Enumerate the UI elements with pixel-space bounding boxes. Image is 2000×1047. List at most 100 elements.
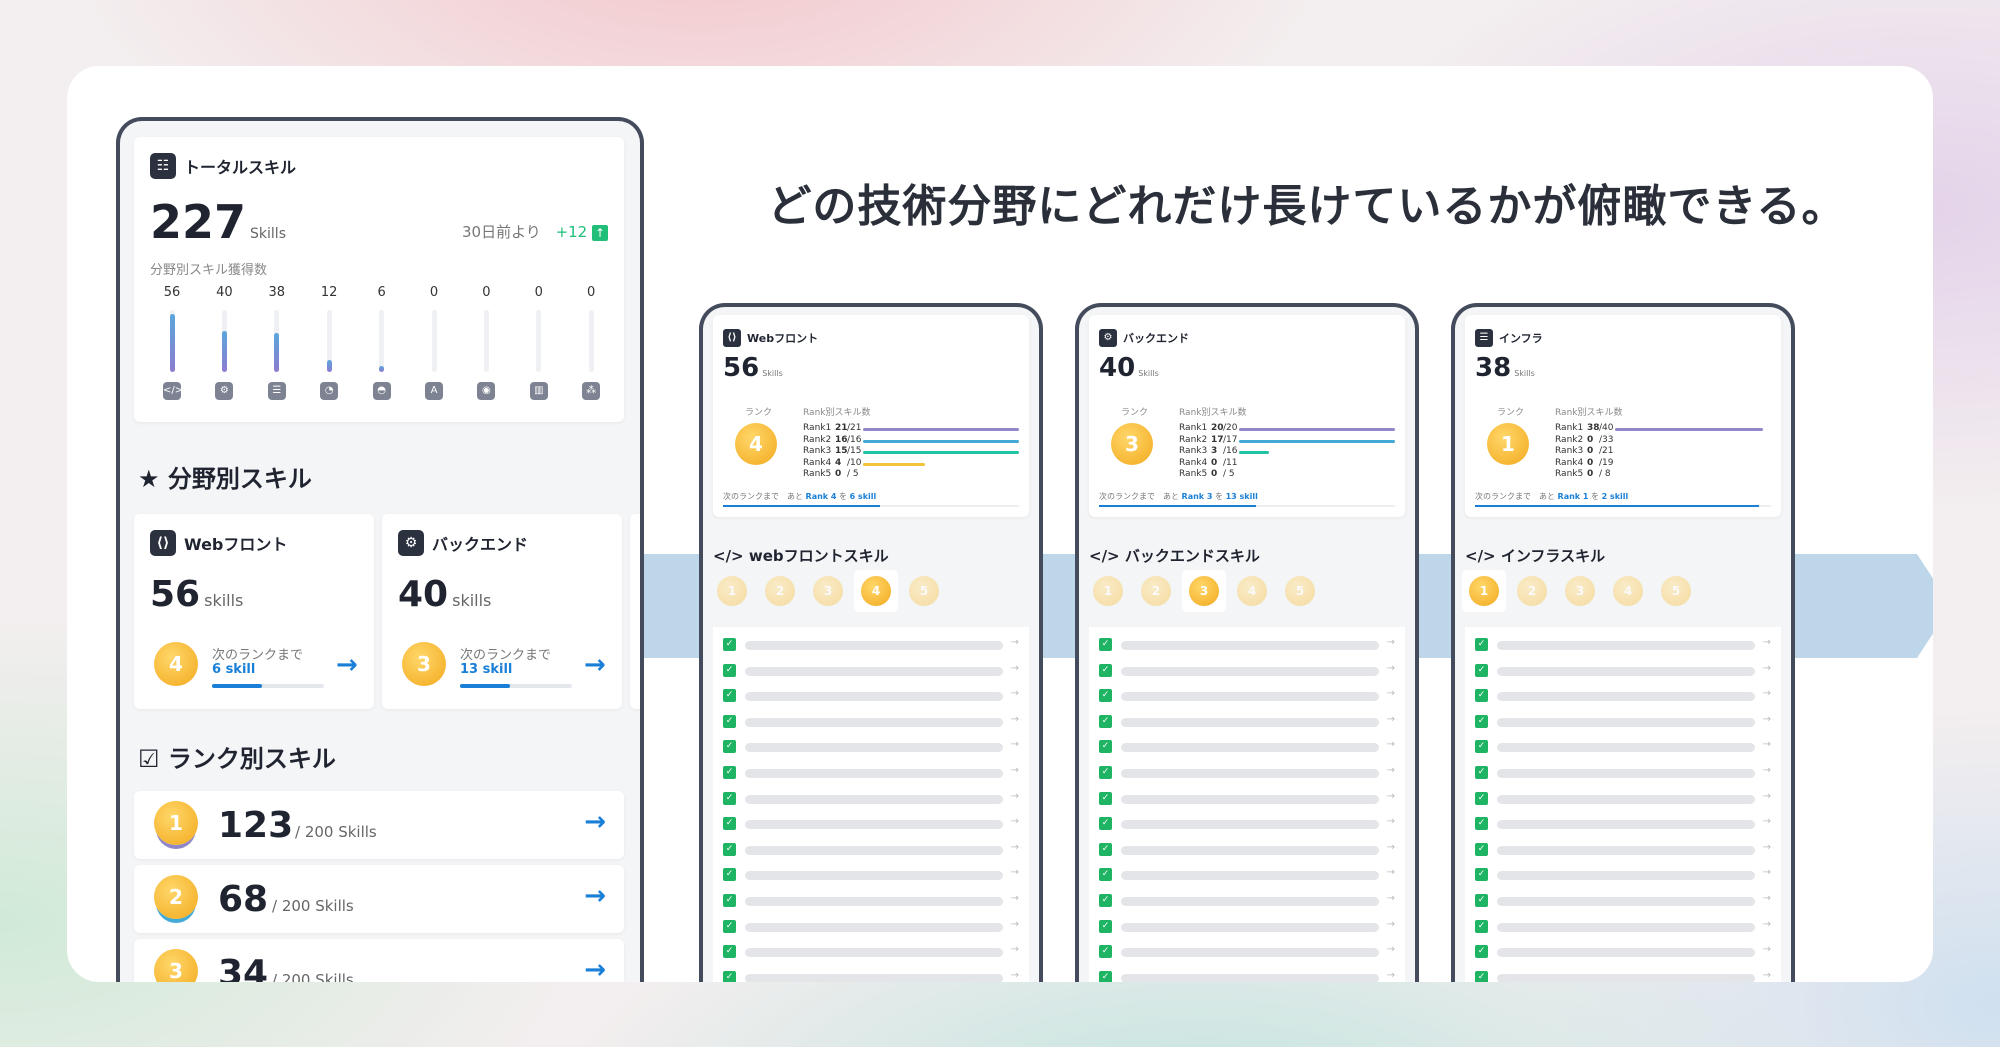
- arrow-right-icon[interactable]: →: [1763, 867, 1771, 878]
- arrow-right-icon[interactable]: →: [336, 650, 358, 680]
- arrow-right-icon[interactable]: →: [1763, 688, 1771, 699]
- rank-row[interactable]: 3 34/ 200 Skills →: [134, 939, 624, 982]
- skill-list-item[interactable]: ✓ →: [1475, 637, 1771, 653]
- arrow-right-icon[interactable]: →: [1387, 765, 1395, 776]
- arrow-right-icon[interactable]: →: [1387, 637, 1395, 648]
- skill-list-item[interactable]: ✓ →: [723, 970, 1019, 982]
- skill-list-item[interactable]: ✓ →: [1475, 944, 1771, 960]
- skill-list-item[interactable]: ✓ →: [1099, 637, 1395, 653]
- arrow-right-icon[interactable]: →: [1763, 663, 1771, 674]
- arrow-right-icon[interactable]: →: [584, 650, 606, 680]
- arrow-right-icon[interactable]: →: [1763, 637, 1771, 648]
- arrow-right-icon[interactable]: →: [584, 807, 606, 837]
- rank-filter-medal-1[interactable]: 1: [1469, 576, 1499, 606]
- rank-filter-medal-2[interactable]: 2: [1141, 576, 1171, 606]
- arrow-right-icon[interactable]: →: [1387, 816, 1395, 827]
- rank-filter-medal-5[interactable]: 5: [1661, 576, 1691, 606]
- skill-list-item[interactable]: ✓ →: [1475, 739, 1771, 755]
- arrow-right-icon[interactable]: →: [1763, 739, 1771, 750]
- rank-filter-medal-3[interactable]: 3: [1189, 576, 1219, 606]
- skill-list-item[interactable]: ✓ →: [723, 714, 1019, 730]
- arrow-right-icon[interactable]: →: [1011, 893, 1019, 904]
- skill-list-item[interactable]: ✓ →: [723, 637, 1019, 653]
- arrow-right-icon[interactable]: →: [1387, 842, 1395, 853]
- arrow-right-icon[interactable]: →: [1763, 816, 1771, 827]
- rank-row[interactable]: 1 123/ 200 Skills →: [134, 791, 624, 859]
- skill-list-item[interactable]: ✓ →: [1475, 919, 1771, 935]
- skill-list-item[interactable]: ✓ →: [1475, 842, 1771, 858]
- skill-list-item[interactable]: ✓ →: [723, 791, 1019, 807]
- skill-list-item[interactable]: ✓ →: [1099, 970, 1395, 982]
- arrow-right-icon[interactable]: →: [584, 955, 606, 982]
- skill-list-item[interactable]: ✓ →: [723, 893, 1019, 909]
- arrow-right-icon[interactable]: →: [1763, 765, 1771, 776]
- skill-list-item[interactable]: ✓ →: [1099, 791, 1395, 807]
- arrow-right-icon[interactable]: →: [1011, 739, 1019, 750]
- arrow-right-icon[interactable]: →: [1387, 688, 1395, 699]
- rank-filter-medal-4[interactable]: 4: [1237, 576, 1267, 606]
- rank-filter-medal-2[interactable]: 2: [1517, 576, 1547, 606]
- arrow-right-icon[interactable]: →: [1763, 842, 1771, 853]
- rank-filter-medal-5[interactable]: 5: [909, 576, 939, 606]
- skill-list-item[interactable]: ✓ →: [1099, 663, 1395, 679]
- skill-list-item[interactable]: ✓ →: [1099, 739, 1395, 755]
- skill-list-item[interactable]: ✓ →: [1099, 816, 1395, 832]
- arrow-right-icon[interactable]: →: [1387, 944, 1395, 955]
- arrow-right-icon[interactable]: →: [1763, 893, 1771, 904]
- rank-filter-medal-1[interactable]: 1: [717, 576, 747, 606]
- arrow-right-icon[interactable]: →: [1011, 791, 1019, 802]
- arrow-right-icon[interactable]: →: [1011, 637, 1019, 648]
- arrow-right-icon[interactable]: →: [1387, 714, 1395, 725]
- rank-filter-medal-5[interactable]: 5: [1285, 576, 1315, 606]
- skill-list-item[interactable]: ✓ →: [1475, 791, 1771, 807]
- arrow-right-icon[interactable]: →: [1387, 791, 1395, 802]
- arrow-right-icon[interactable]: →: [1011, 765, 1019, 776]
- arrow-right-icon[interactable]: →: [1763, 970, 1771, 981]
- rank-row[interactable]: 2 68/ 200 Skills →: [134, 865, 624, 933]
- skill-list-item[interactable]: ✓ →: [1475, 893, 1771, 909]
- skill-list-item[interactable]: ✓ →: [723, 842, 1019, 858]
- skill-list-item[interactable]: ✓ →: [723, 944, 1019, 960]
- skill-list-item[interactable]: ✓ →: [1475, 663, 1771, 679]
- arrow-right-icon[interactable]: →: [1011, 970, 1019, 981]
- arrow-right-icon[interactable]: →: [1387, 663, 1395, 674]
- arrow-right-icon[interactable]: →: [1763, 791, 1771, 802]
- arrow-right-icon[interactable]: →: [1011, 944, 1019, 955]
- skill-list-item[interactable]: ✓ →: [723, 867, 1019, 883]
- rank-filter-medal-1[interactable]: 1: [1093, 576, 1123, 606]
- skill-list-item[interactable]: ✓ →: [723, 816, 1019, 832]
- arrow-right-icon[interactable]: →: [1387, 919, 1395, 930]
- arrow-right-icon[interactable]: →: [1011, 867, 1019, 878]
- skill-list-item[interactable]: ✓ →: [723, 663, 1019, 679]
- skill-list-item[interactable]: ✓ →: [723, 919, 1019, 935]
- skill-list-item[interactable]: ✓ →: [1099, 867, 1395, 883]
- skill-list-item[interactable]: ✓ →: [1475, 867, 1771, 883]
- arrow-right-icon[interactable]: →: [1011, 919, 1019, 930]
- skill-list-item[interactable]: ✓ →: [1099, 919, 1395, 935]
- skill-list-item[interactable]: ✓ →: [1475, 714, 1771, 730]
- skill-list-item[interactable]: ✓ →: [1475, 688, 1771, 704]
- arrow-right-icon[interactable]: →: [1387, 893, 1395, 904]
- rank-filter-medal-4[interactable]: 4: [861, 576, 891, 606]
- skill-list-item[interactable]: ✓ →: [723, 765, 1019, 781]
- arrow-right-icon[interactable]: →: [1011, 688, 1019, 699]
- arrow-right-icon[interactable]: →: [1763, 944, 1771, 955]
- arrow-right-icon[interactable]: →: [1011, 842, 1019, 853]
- arrow-right-icon[interactable]: →: [1387, 867, 1395, 878]
- skill-list-item[interactable]: ✓ →: [1099, 688, 1395, 704]
- skill-list-item[interactable]: ✓ →: [1475, 970, 1771, 982]
- skill-list-item[interactable]: ✓ →: [1099, 714, 1395, 730]
- field-card-backend[interactable]: ⚙ バックエンド 40 skills 3 次のランクまで 13 skill →: [382, 514, 622, 709]
- skill-list-item[interactable]: ✓ →: [1099, 893, 1395, 909]
- rank-filter-medal-3[interactable]: 3: [813, 576, 843, 606]
- arrow-right-icon[interactable]: →: [1763, 714, 1771, 725]
- skill-list-item[interactable]: ✓ →: [1475, 816, 1771, 832]
- arrow-right-icon[interactable]: →: [1763, 919, 1771, 930]
- arrow-right-icon[interactable]: →: [1387, 970, 1395, 981]
- skill-list-item[interactable]: ✓ →: [1099, 765, 1395, 781]
- arrow-right-icon[interactable]: →: [1011, 714, 1019, 725]
- arrow-right-icon[interactable]: →: [1387, 739, 1395, 750]
- field-card-peek[interactable]: [630, 514, 640, 709]
- skill-list-item[interactable]: ✓ →: [1475, 765, 1771, 781]
- arrow-right-icon[interactable]: →: [584, 881, 606, 911]
